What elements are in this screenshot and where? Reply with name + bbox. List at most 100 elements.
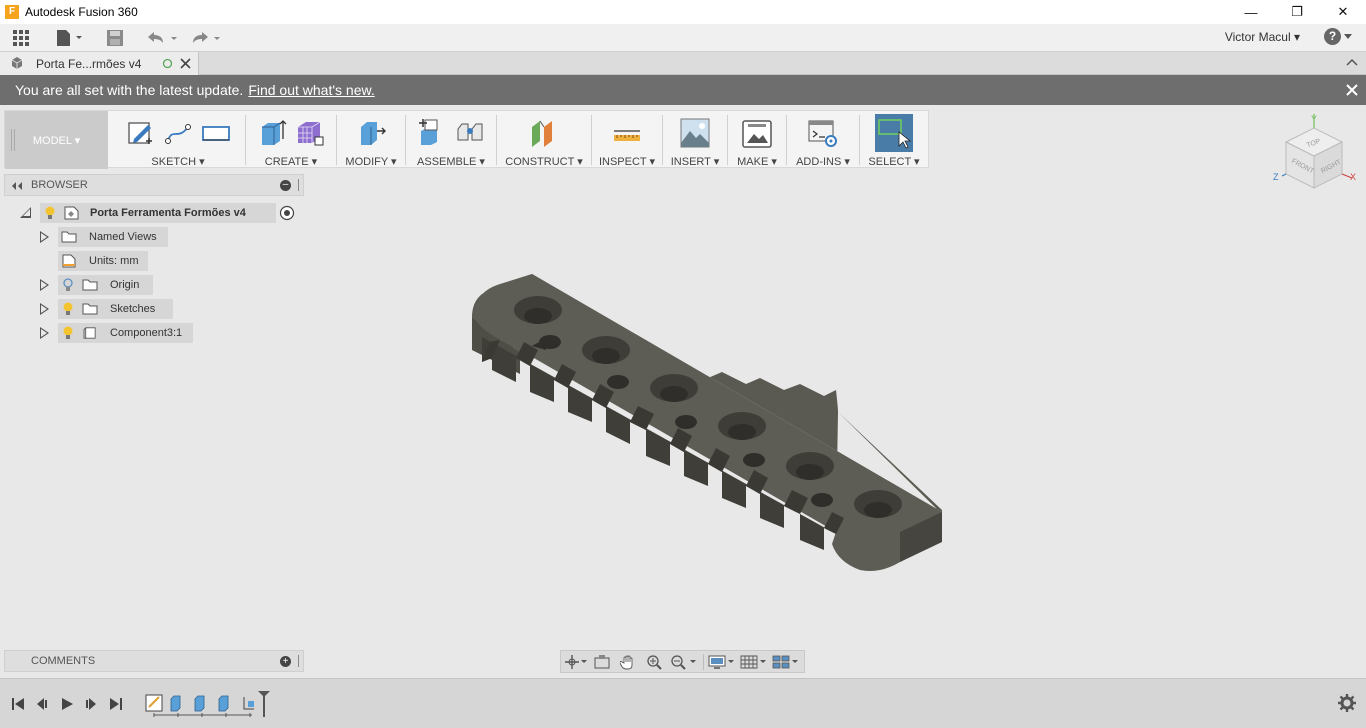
select-group: SELECT ▾: [860, 111, 928, 169]
comments-panel-header[interactable]: COMMENTS +: [4, 650, 304, 672]
expand-origin-icon[interactable]: [40, 279, 49, 291]
go-to-start-button[interactable]: [8, 695, 28, 713]
sketch-menu[interactable]: SKETCH ▾: [111, 155, 245, 168]
display-settings-button[interactable]: [708, 653, 736, 671]
3d-model-viewport[interactable]: [460, 262, 960, 582]
redo-button[interactable]: [188, 25, 222, 51]
3d-print-icon[interactable]: [741, 117, 773, 149]
file-menu-button[interactable]: [54, 25, 84, 51]
create-sketch-icon[interactable]: [124, 117, 156, 149]
timeline-features[interactable]: [144, 691, 272, 721]
line-icon[interactable]: [162, 117, 194, 149]
expand-named-views-icon[interactable]: [40, 231, 49, 243]
minimize-button[interactable]: —: [1228, 0, 1274, 24]
joint-icon[interactable]: [454, 117, 486, 149]
root-collapse-icon[interactable]: [20, 207, 31, 218]
tree-row-component[interactable]: Component3:1: [58, 323, 193, 343]
scripts-addins-icon[interactable]: [807, 117, 839, 149]
units-node[interactable]: Units: mm: [58, 251, 148, 271]
close-banner-icon[interactable]: [1346, 84, 1358, 96]
pan-button[interactable]: [617, 653, 639, 671]
select-icon[interactable]: [875, 114, 913, 152]
modify-menu[interactable]: MODIFY ▾: [337, 155, 405, 168]
tree-root-row[interactable]: Porta Ferramenta Formões v4: [40, 203, 295, 223]
update-banner: You are all set with the latest update. …: [0, 75, 1366, 105]
document-tab-bar: Porta Fe...rmões v4: [0, 52, 1366, 75]
orbit-button[interactable]: [565, 653, 587, 671]
insert-menu[interactable]: INSERT ▾: [663, 155, 727, 168]
play-button[interactable]: [57, 695, 77, 713]
document-tab[interactable]: Porta Fe...rmões v4: [0, 52, 199, 75]
tree-row-named-views[interactable]: Named Views: [58, 227, 168, 247]
view-cube[interactable]: Y TOP FRONT RIGHT X Z: [1270, 112, 1358, 200]
fusion-app-icon: F: [5, 5, 19, 19]
tree-row-sketches[interactable]: Sketches: [58, 299, 173, 319]
press-pull-icon[interactable]: [355, 117, 387, 149]
visibility-bulb-icon[interactable]: [62, 326, 74, 340]
create-menu[interactable]: CREATE ▾: [246, 155, 336, 168]
main-toolbar: MODEL ▾ SKETCH ▾ CREATE ▾ MODIFY ▾ ASSEM…: [4, 110, 929, 169]
expand-component-icon[interactable]: [40, 327, 49, 339]
folder-icon: [61, 231, 77, 243]
user-account-menu[interactable]: Victor Macul ▾: [1225, 30, 1300, 44]
select-menu[interactable]: SELECT ▾: [860, 155, 928, 168]
restore-button[interactable]: ❐: [1274, 0, 1320, 24]
visibility-bulb-off-icon[interactable]: [62, 278, 74, 292]
extrude-icon[interactable]: [256, 117, 288, 149]
inspect-menu[interactable]: INSPECT ▾: [592, 155, 662, 168]
tree-row-units[interactable]: Units: mm: [58, 251, 148, 271]
visibility-bulb-icon[interactable]: [62, 302, 74, 316]
zoom-button[interactable]: [643, 653, 665, 671]
tree-row-origin[interactable]: Origin: [58, 275, 153, 295]
grid-icon: [13, 30, 29, 46]
step-forward-icon: [86, 698, 96, 710]
activate-radio-icon[interactable]: [279, 205, 295, 221]
pin-bar-icon[interactable]: [298, 655, 300, 667]
named-views-node[interactable]: Named Views: [58, 227, 168, 247]
close-window-button[interactable]: ✕: [1320, 0, 1366, 24]
save-button[interactable]: [104, 25, 126, 51]
help-button[interactable]: ?: [1324, 28, 1352, 45]
go-to-end-button[interactable]: [106, 695, 126, 713]
assemble-menu[interactable]: ASSEMBLE ▾: [406, 155, 496, 168]
visibility-bulb-icon[interactable]: [44, 206, 56, 220]
timeline-settings-gear-icon[interactable]: [1338, 694, 1356, 712]
root-component-node[interactable]: Porta Ferramenta Formões v4: [40, 203, 276, 223]
fit-button[interactable]: [669, 653, 699, 671]
step-forward-button[interactable]: [81, 695, 101, 713]
addins-menu[interactable]: ADD-INS ▾: [787, 155, 859, 168]
component-node[interactable]: Component3:1: [58, 323, 193, 343]
form-icon[interactable]: [294, 117, 326, 149]
origin-node[interactable]: Origin: [58, 275, 153, 295]
rectangle-icon[interactable]: [200, 117, 232, 149]
insert-image-icon[interactable]: [679, 117, 711, 149]
construct-menu[interactable]: CONSTRUCT ▾: [497, 155, 591, 168]
make-menu[interactable]: MAKE ▾: [728, 155, 786, 168]
look-at-button[interactable]: [591, 653, 613, 671]
data-panel-button[interactable]: [10, 25, 32, 51]
workspace-switcher[interactable]: MODEL ▾: [5, 111, 108, 169]
window-title: Autodesk Fusion 360: [25, 5, 138, 19]
named-views-label: Named Views: [89, 231, 157, 243]
save-icon: [107, 30, 123, 46]
browser-panel-header[interactable]: BROWSER –: [4, 174, 304, 196]
whats-new-link[interactable]: Find out what's new.: [248, 82, 374, 98]
close-tab-icon[interactable]: [180, 58, 191, 69]
add-comment-icon[interactable]: +: [280, 656, 291, 667]
step-back-button[interactable]: [32, 695, 52, 713]
new-component-icon[interactable]: [416, 117, 448, 149]
grid-settings-button[interactable]: [740, 653, 768, 671]
make-group: MAKE ▾: [728, 111, 786, 169]
expand-sketches-icon[interactable]: [40, 303, 49, 315]
sketches-node[interactable]: Sketches: [58, 299, 173, 319]
viewports-button[interactable]: [772, 653, 800, 671]
undo-button[interactable]: [144, 25, 178, 51]
axis-y-label: Y: [1311, 114, 1317, 124]
collapse-browser-icon[interactable]: –: [280, 180, 291, 191]
collapse-left-icon[interactable]: [11, 181, 23, 191]
measure-icon[interactable]: [611, 117, 643, 149]
collapse-tabs-icon[interactable]: [1346, 58, 1358, 66]
addins-group: ADD-INS ▾: [787, 111, 859, 169]
offset-plane-icon[interactable]: [528, 117, 560, 149]
pin-bar-icon[interactable]: [298, 179, 300, 191]
